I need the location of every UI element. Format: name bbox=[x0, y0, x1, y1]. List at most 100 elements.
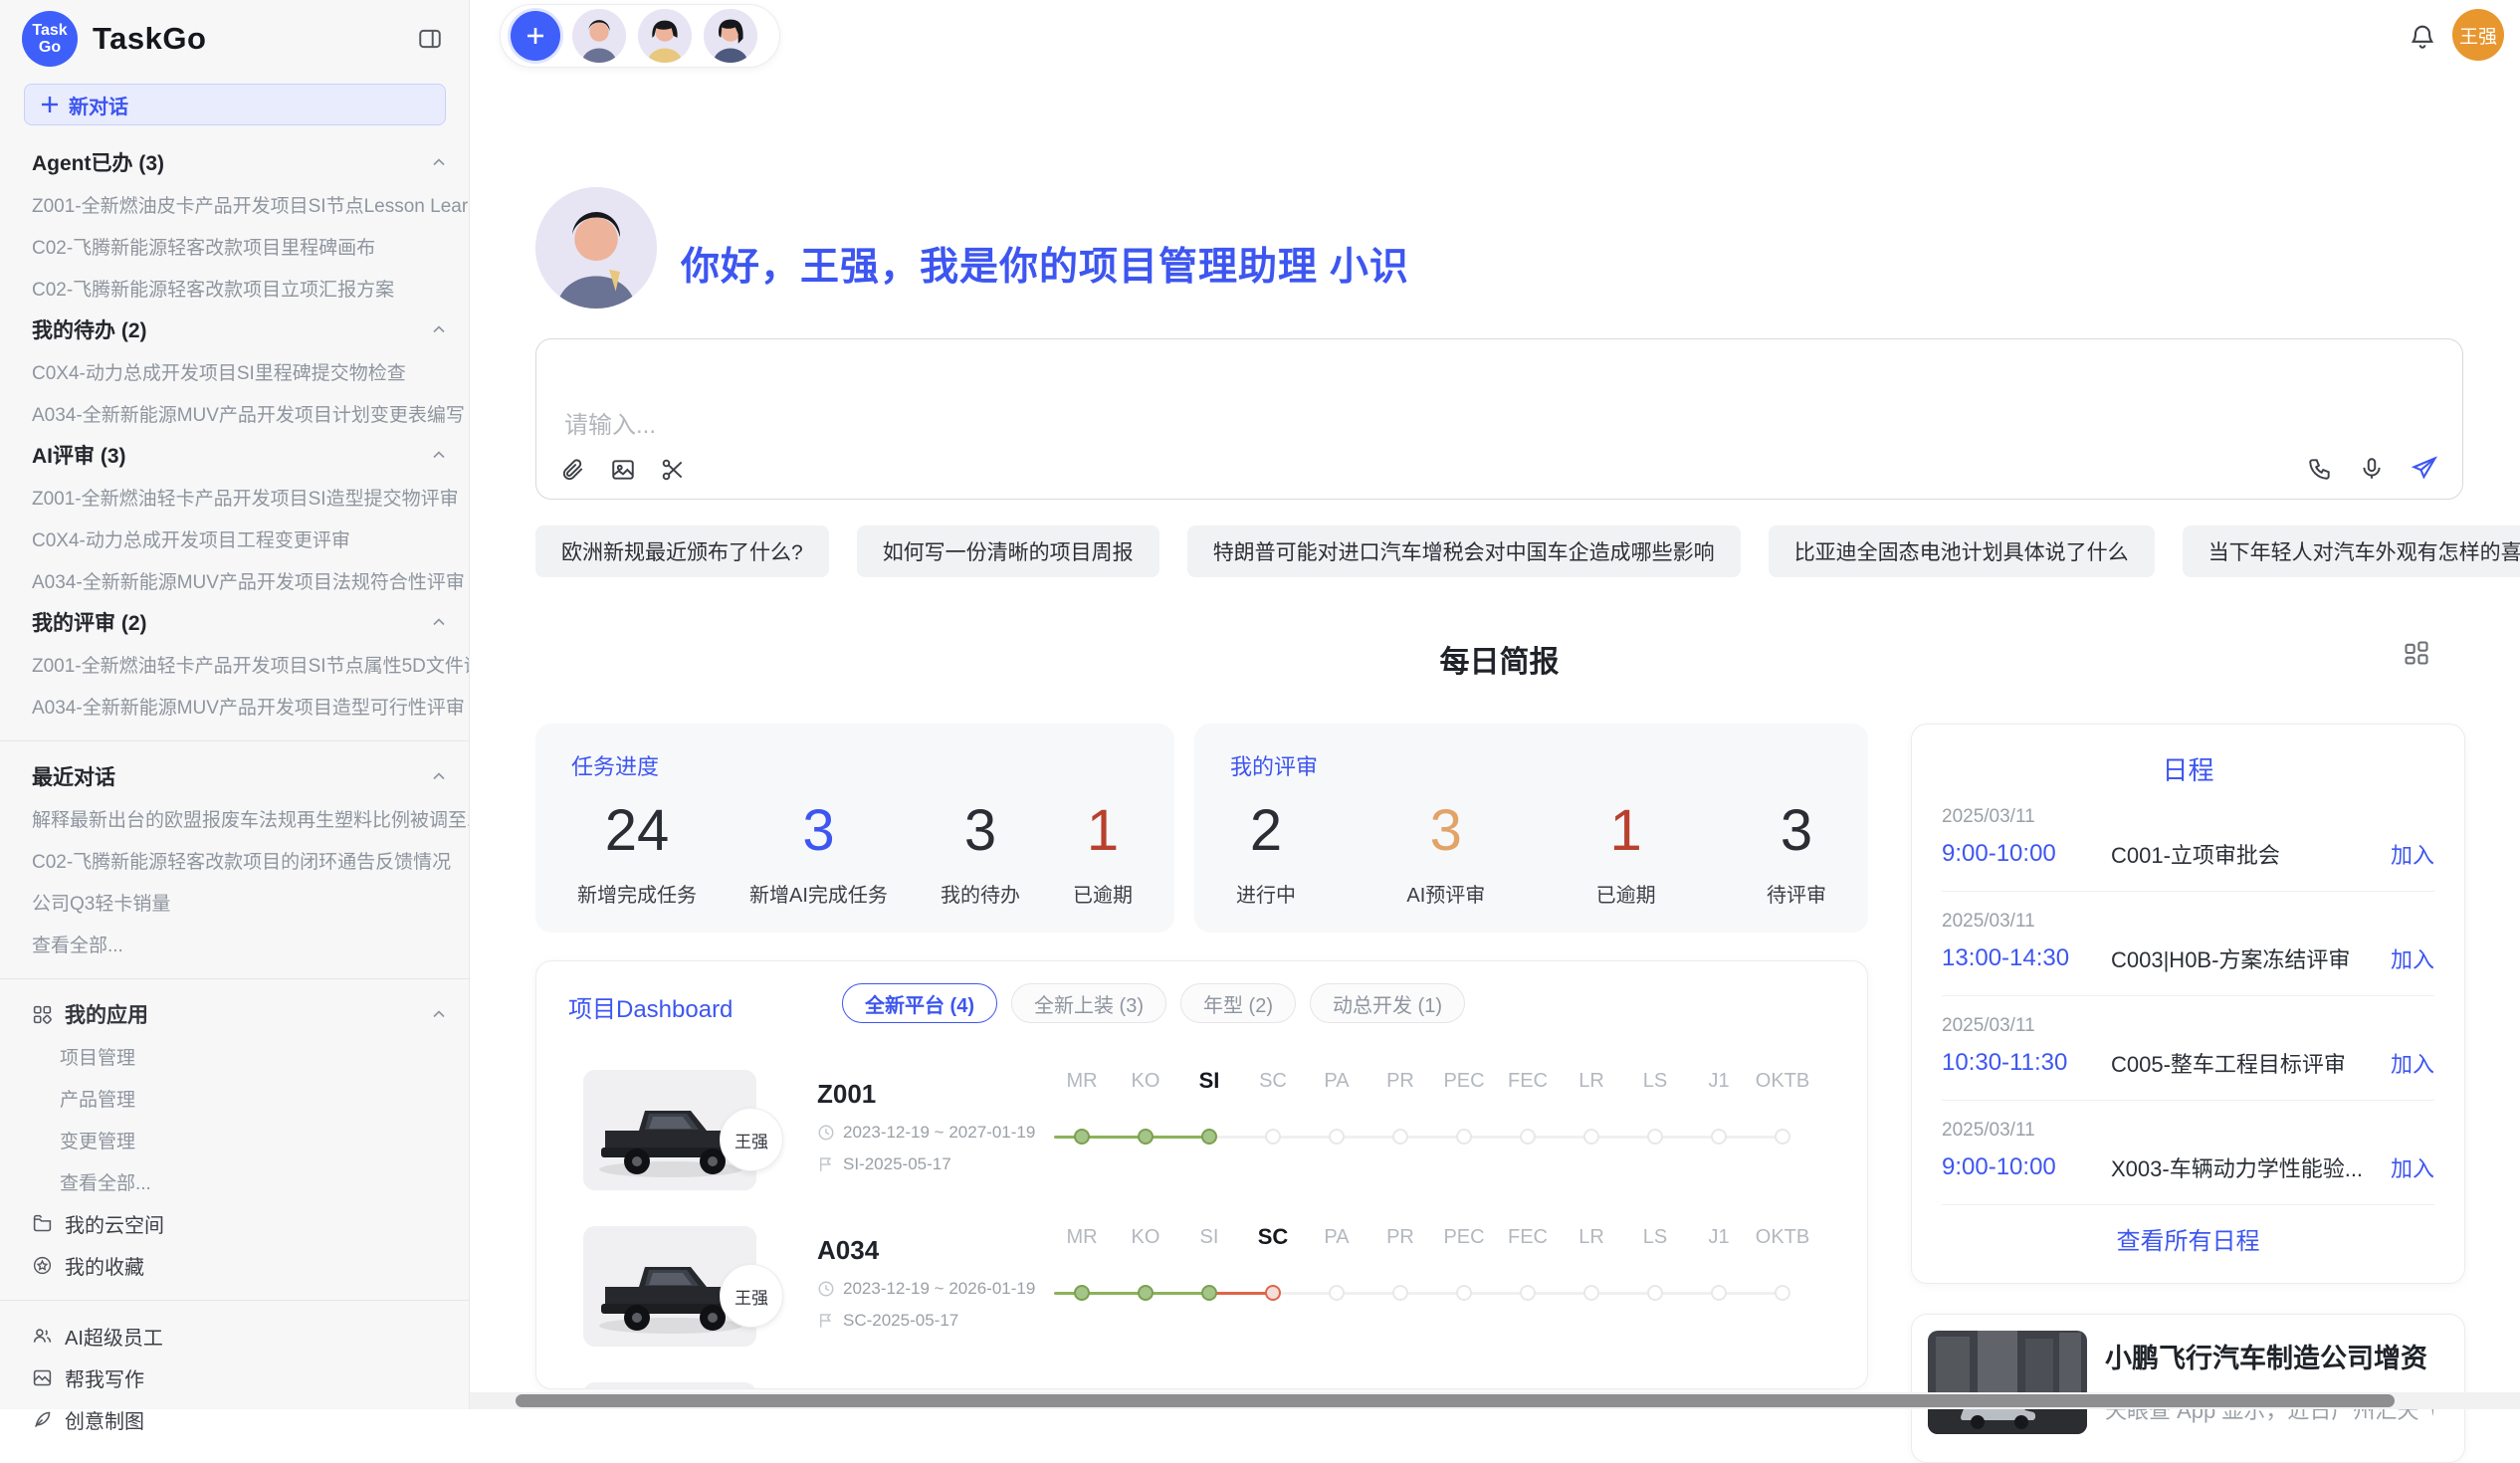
chevron-up-icon[interactable] bbox=[429, 1004, 449, 1024]
sidebar-task-item[interactable]: A034-全新新能源MUV产品开发项目造型可行性评审 bbox=[0, 685, 469, 727]
new-chat-label: 新对话 bbox=[69, 91, 128, 119]
sidebar-task-item[interactable]: C0X4-动力总成开发项目工程变更评审 bbox=[0, 518, 469, 559]
agent-avatar[interactable] bbox=[572, 9, 626, 63]
app-logo: Task Go bbox=[22, 11, 78, 67]
tab-upfit[interactable]: 全新上装 (3) bbox=[1011, 983, 1166, 1023]
voice-call-icon[interactable] bbox=[2307, 456, 2333, 482]
user-avatar-label: 王强 bbox=[2459, 22, 2497, 49]
my-review-card: 我的评审 2 进行中 3 AI预评审 1 已逾期 3 待评审 bbox=[1194, 724, 1868, 933]
section-header-recent-chats[interactable]: 最近对话 bbox=[0, 755, 469, 797]
join-link[interactable]: 加入 bbox=[2391, 942, 2434, 974]
app-title: TaskGo bbox=[93, 21, 206, 57]
sidebar-task-item[interactable]: A034-全新新能源MUV产品开发项目计划变更表编写 bbox=[0, 392, 469, 434]
sidebar-task-item[interactable]: Z001-全新燃油轻卡产品开发项目SI造型提交物评审 bbox=[0, 476, 469, 518]
project-owner-badge: 王强 bbox=[720, 1264, 783, 1328]
chat-input-card[interactable]: 请输入... bbox=[535, 338, 2463, 500]
stat: 24 新增完成任务 bbox=[577, 795, 697, 908]
folder-icon bbox=[32, 1213, 53, 1234]
logo-text-2: Go bbox=[39, 39, 61, 56]
sidebar-task-item[interactable]: Z001-全新燃油轻卡产品开发项目SI节点属性5D文件评审 bbox=[0, 643, 469, 685]
clock-icon bbox=[817, 1124, 835, 1142]
tab-platform[interactable]: 全新平台 (4) bbox=[842, 983, 997, 1023]
sidebar-item-change-mgmt[interactable]: 变更管理 bbox=[0, 1119, 469, 1160]
milestone-track bbox=[1050, 1125, 1814, 1149]
section-header-my-todo[interactable]: 我的待办 (2) bbox=[0, 309, 469, 350]
collapse-sidebar-icon[interactable] bbox=[417, 26, 443, 52]
stat: 2 进行中 bbox=[1236, 795, 1296, 908]
sidebar-item-cloud-space[interactable]: 我的云空间 bbox=[0, 1202, 469, 1244]
write-doc-icon bbox=[32, 1367, 53, 1388]
recent-chat-item[interactable]: 解释最新出台的欧盟报废车法规再生塑料比例被调至15%... bbox=[0, 797, 469, 839]
attachment-icon[interactable] bbox=[560, 457, 586, 483]
logo-row: Task Go TaskGo bbox=[0, 0, 469, 78]
section-header-my-review[interactable]: 我的评审 (2) bbox=[0, 601, 469, 643]
project-thumbnail bbox=[583, 1382, 756, 1389]
project-dates: 2023-12-19 ~ 2026-01-19 bbox=[817, 1279, 1035, 1299]
chevron-up-icon[interactable] bbox=[429, 319, 449, 339]
join-link[interactable]: 加入 bbox=[2391, 1047, 2434, 1079]
divider bbox=[0, 978, 469, 979]
sidebar-task-item[interactable]: A034-全新新能源MUV产品开发项目法规符合性评审 bbox=[0, 559, 469, 601]
user-avatar[interactable]: 王强 bbox=[2452, 9, 2504, 61]
sidebar-task-item[interactable]: C02-飞腾新能源轻客改款项目里程碑画布 bbox=[0, 225, 469, 267]
recent-chat-item[interactable]: 公司Q3轻卡销量 bbox=[0, 881, 469, 923]
recent-view-all[interactable]: 查看全部... bbox=[0, 923, 469, 964]
sidebar-item-creative-draw[interactable]: 创意制图 bbox=[0, 1398, 469, 1440]
agent-avatar[interactable] bbox=[638, 9, 692, 63]
join-link[interactable]: 加入 bbox=[2391, 838, 2434, 870]
join-link[interactable]: 加入 bbox=[2391, 1151, 2434, 1183]
sidebar-item-project-mgmt[interactable]: 项目管理 bbox=[0, 1035, 469, 1077]
horizontal-scrollbar-thumb[interactable] bbox=[516, 1394, 2395, 1407]
news-card[interactable]: 小鹏飞行汽车制造公司增资 天眼查 App 显示，近日广州汇天飞行汽... bbox=[1911, 1314, 2465, 1463]
task-progress-card: 任务进度 24 新增完成任务 3 新增AI完成任务 3 我的待办 1 已逾期 bbox=[535, 724, 1174, 933]
sidebar-item-help-write[interactable]: 帮我写作 bbox=[0, 1357, 469, 1398]
clock-icon bbox=[817, 1280, 835, 1298]
add-agent-button[interactable] bbox=[511, 11, 560, 61]
suggestion-chips: 欧洲新规最近颁布了什么? 如何写一份清晰的项目周报 特朗普可能对进口汽车增税会对… bbox=[535, 525, 2520, 577]
sidebar-task-item[interactable]: C0X4-动力总成开发项目SI里程碑提交物检查 bbox=[0, 350, 469, 392]
daily-briefing-title: 每日简报 bbox=[535, 637, 2463, 681]
chevron-up-icon[interactable] bbox=[429, 612, 449, 632]
notification-bell-icon[interactable] bbox=[2409, 22, 2436, 50]
schedule-event: 2025/03/11 10:30-11:30 C005-整车工程目标评审 加入 bbox=[1942, 996, 2434, 1101]
milestone-track bbox=[1050, 1281, 1814, 1305]
project-flag: SC-2025-05-17 bbox=[817, 1311, 958, 1331]
news-title: 小鹏飞行汽车制造公司增资 bbox=[2105, 1337, 2433, 1375]
project-owner-badge: 王强 bbox=[720, 1108, 783, 1171]
new-chat-button[interactable]: 新对话 bbox=[24, 84, 446, 125]
section-header-agent-done[interactable]: Agent已办 (3) bbox=[0, 141, 469, 183]
event-name: C003|H0B-方案冻结评审 bbox=[2111, 942, 2391, 974]
chevron-up-icon[interactable] bbox=[429, 445, 449, 465]
tab-model-year[interactable]: 年型 (2) bbox=[1180, 983, 1296, 1023]
tab-powertrain[interactable]: 动总开发 (1) bbox=[1310, 983, 1465, 1023]
sidebar-item-favorites[interactable]: 我的收藏 bbox=[0, 1244, 469, 1286]
recent-chat-item[interactable]: C02-飞腾新能源轻客改款项目的闭环通告反馈情况 bbox=[0, 839, 469, 881]
sidebar-item-product-mgmt[interactable]: 产品管理 bbox=[0, 1077, 469, 1119]
chevron-up-icon[interactable] bbox=[429, 766, 449, 786]
agent-switcher bbox=[500, 4, 780, 68]
sidebar: Task Go TaskGo 新对话 Agent已办 (3) Z001-全新燃油… bbox=[0, 0, 470, 1409]
suggestion-chip[interactable]: 欧洲新规最近颁布了什么? bbox=[535, 525, 829, 577]
suggestion-chip[interactable]: 当下年轻人对汽车外观有怎样的喜好趋势 bbox=[2183, 525, 2520, 577]
sidebar-item-ai-employee[interactable]: AI超级员工 bbox=[0, 1315, 469, 1357]
view-all-schedule-link[interactable]: 查看所有日程 bbox=[1942, 1205, 2434, 1272]
scissors-icon[interactable] bbox=[660, 457, 686, 483]
sidebar-task-item[interactable]: C02-飞腾新能源轻客改款项目立项汇报方案 bbox=[0, 267, 469, 309]
section-header-ai-review[interactable]: AI评审 (3) bbox=[0, 434, 469, 476]
stat: 3 新增AI完成任务 bbox=[749, 795, 888, 908]
people-icon bbox=[32, 1326, 53, 1347]
sidebar-item-my-apps[interactable]: 我的应用 bbox=[0, 993, 469, 1035]
schedule-event: 2025/03/11 13:00-14:30 C003|H0B-方案冻结评审 加… bbox=[1942, 892, 2434, 996]
chevron-up-icon[interactable] bbox=[429, 152, 449, 172]
sidebar-task-item[interactable]: Z001-全新燃油皮卡产品开发项目SI节点Lesson Learn报告 bbox=[0, 183, 469, 225]
suggestion-chip[interactable]: 如何写一份清晰的项目周报 bbox=[857, 525, 1159, 577]
layout-grid-icon[interactable] bbox=[2403, 639, 2430, 667]
microphone-icon[interactable] bbox=[2359, 456, 2385, 482]
agent-avatar[interactable] bbox=[704, 9, 757, 63]
apps-view-all[interactable]: 查看全部... bbox=[0, 1160, 469, 1202]
star-badge-icon bbox=[32, 1255, 53, 1276]
send-icon[interactable] bbox=[2411, 455, 2438, 483]
suggestion-chip[interactable]: 比亚迪全固态电池计划具体说了什么 bbox=[1769, 525, 2155, 577]
suggestion-chip[interactable]: 特朗普可能对进口汽车增税会对中国车企造成哪些影响 bbox=[1187, 525, 1741, 577]
image-upload-icon[interactable] bbox=[610, 457, 636, 483]
